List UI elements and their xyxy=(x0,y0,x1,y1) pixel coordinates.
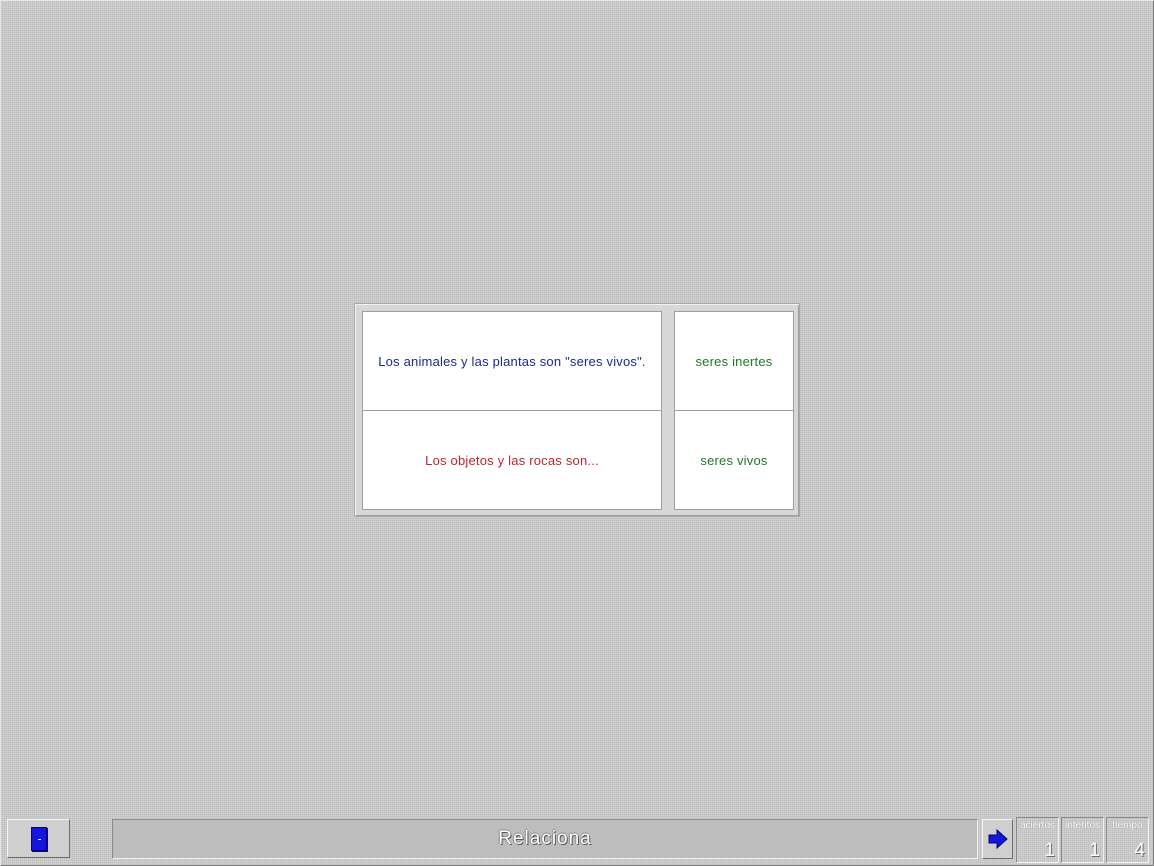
activity-title-bar: Relaciona xyxy=(112,819,978,859)
question-text-2: Los objetos y las rocas son... xyxy=(425,452,599,468)
next-activity-button[interactable] xyxy=(982,819,1013,859)
answer-text-1: seres inertes xyxy=(695,353,773,369)
time-counter: tiempo 4 xyxy=(1106,817,1149,863)
question-cell-2[interactable]: Los objetos y las rocas son... xyxy=(362,410,662,510)
time-value: 4 xyxy=(1134,840,1145,861)
time-label: tiempo xyxy=(1112,820,1143,831)
door-icon xyxy=(30,826,47,851)
hits-counter: aciertos 1 xyxy=(1016,817,1059,863)
status-bar: Relaciona aciertos 1 intentos 1 tiempo 4 xyxy=(0,812,1154,866)
hits-value: 1 xyxy=(1044,840,1055,861)
attempts-value: 1 xyxy=(1089,840,1100,861)
hits-label: aciertos xyxy=(1019,820,1055,831)
exit-button[interactable] xyxy=(7,819,70,858)
answer-cell-2[interactable]: seres vivos xyxy=(674,410,794,510)
answer-cell-1[interactable]: seres inertes xyxy=(674,311,794,411)
answer-text-2: seres vivos xyxy=(700,452,768,468)
attempts-counter: intentos 1 xyxy=(1061,817,1104,863)
matching-board: Los animales y las plantas son "seres vi… xyxy=(354,303,800,517)
arrow-right-icon xyxy=(988,828,1008,850)
attempts-label: intentos xyxy=(1064,820,1101,831)
question-cell-1[interactable]: Los animales y las plantas son "seres vi… xyxy=(362,311,662,411)
activity-title: Relaciona xyxy=(498,828,592,849)
question-text-1: Los animales y las plantas son "seres vi… xyxy=(378,353,646,369)
